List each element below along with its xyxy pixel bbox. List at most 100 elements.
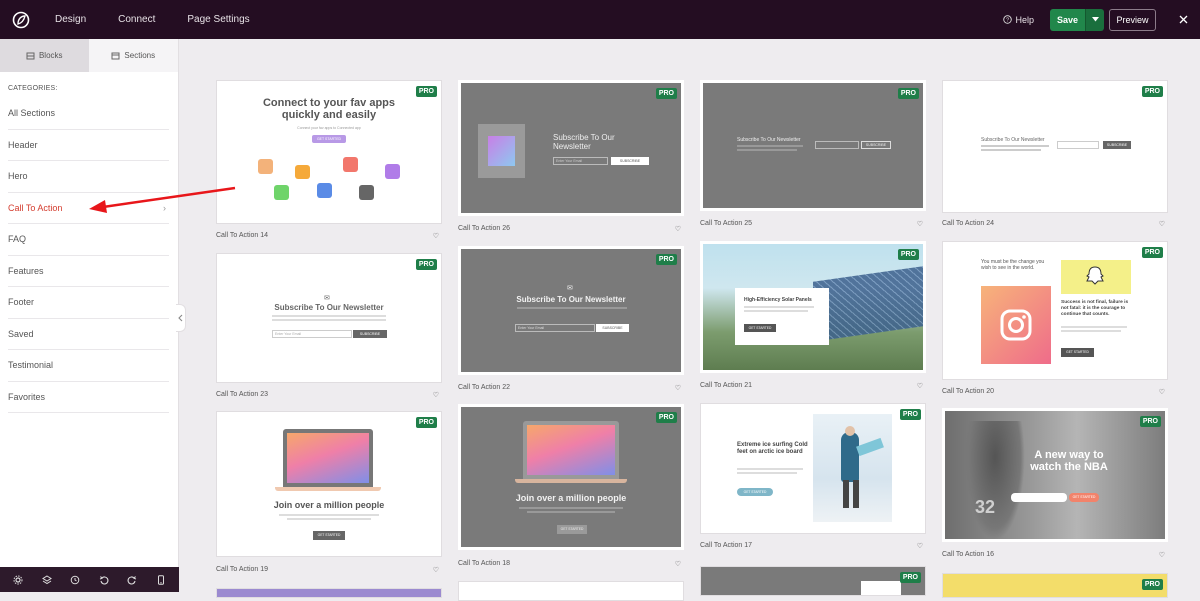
pro-badge: PRO — [655, 88, 677, 99]
heart-icon[interactable]: ♡ — [917, 220, 923, 228]
card-title: A new way to watch the NBA — [1030, 449, 1108, 473]
caption-label: Call To Action 26 — [458, 225, 511, 232]
section-card-cta-24[interactable]: PRO Subscribe To Our Newsletter SUBSCRIB… — [942, 80, 1168, 213]
heart-icon[interactable]: ♡ — [675, 225, 681, 233]
section-card-cta-22[interactable]: PRO ✉ Subscribe To Our Newsletter Enter … — [458, 246, 684, 375]
section-card-cta-23[interactable]: PRO ✉ Subscribe To Our Newsletter Enter … — [216, 253, 442, 383]
heart-icon[interactable]: ♡ — [917, 542, 923, 550]
heart-icon[interactable]: ♡ — [1159, 220, 1165, 228]
logo-icon[interactable] — [0, 0, 42, 39]
heart-icon[interactable]: ♡ — [1159, 388, 1165, 396]
caption-label: Call To Action 20 — [942, 388, 995, 395]
category-features[interactable]: Features — [8, 256, 169, 287]
card-image — [478, 124, 525, 178]
mobile-icon[interactable] — [156, 574, 166, 585]
help-link[interactable]: ? Help — [1003, 15, 1034, 25]
heart-icon[interactable]: ♡ — [675, 384, 681, 392]
category-faq[interactable]: FAQ — [8, 224, 169, 256]
section-card-partial[interactable] — [458, 581, 684, 601]
pro-badge: PRO — [1141, 86, 1163, 97]
caption-label: Call To Action 19 — [216, 566, 269, 573]
top-bar: Design Connect Page Settings ? Help Save… — [0, 0, 1200, 39]
category-list: All Sections Header Hero Call To Action ›… — [0, 98, 178, 413]
category-testimonial[interactable]: Testimonial — [8, 350, 169, 382]
card-input: Enter Your Email — [553, 157, 608, 165]
preview-button[interactable]: Preview — [1109, 8, 1156, 31]
tab-blocks[interactable]: Blocks — [0, 39, 89, 72]
section-card-cta-19[interactable]: PRO Join over a million people GET START… — [216, 411, 442, 557]
pro-badge: PRO — [897, 88, 919, 99]
undo-icon[interactable] — [99, 575, 109, 585]
section-card-cta-17[interactable]: PRO Extreme ice surfing Cold feet on arc… — [700, 403, 926, 534]
category-all-sections[interactable]: All Sections — [8, 98, 169, 130]
card-caption: Call To Action 18 ♡ — [458, 560, 684, 568]
heart-icon[interactable]: ♡ — [917, 382, 923, 390]
card-title: Subscribe To Our Newsletter — [981, 137, 1045, 143]
section-card-cta-18[interactable]: PRO Join over a million people GET START… — [458, 404, 684, 550]
top-nav: Design Connect Page Settings — [42, 14, 269, 25]
heart-icon[interactable]: ♡ — [1159, 551, 1165, 559]
category-label: Header — [8, 139, 38, 150]
card-title: High-Efficiency Solar Panels — [744, 297, 812, 303]
card-button: GET STARTED — [557, 525, 587, 534]
save-dropdown-button[interactable] — [1085, 8, 1104, 31]
card-button: SUBSCRIBE — [596, 324, 629, 332]
section-card-cta-21[interactable]: PRO High-Efficiency Solar Panels GET STA… — [700, 241, 926, 373]
category-saved[interactable]: Saved — [8, 319, 169, 350]
sidebar: Blocks Sections CATEGORIES: All Sections… — [0, 39, 179, 592]
card-button: GET STARTED — [1069, 493, 1099, 502]
arrow-annotation-icon — [89, 186, 236, 213]
category-label: Testimonial — [8, 360, 54, 371]
card-button: GET STARTED — [744, 324, 776, 332]
redo-icon[interactable] — [127, 575, 137, 585]
heart-icon[interactable]: ♡ — [433, 566, 439, 574]
gear-icon[interactable] — [13, 575, 23, 585]
tab-sections[interactable]: Sections — [88, 39, 178, 72]
card-caption: Call To Action 16 ♡ — [942, 551, 1168, 559]
section-card-cta-16[interactable]: PRO 32 A new way to watch the NBA GET ST… — [942, 408, 1168, 542]
close-button[interactable] — [1170, 15, 1196, 24]
card-input: Enter Your Email — [515, 324, 595, 332]
heart-icon[interactable]: ♡ — [675, 560, 681, 568]
card-caption: Call To Action 24 ♡ — [942, 220, 1168, 228]
card-caption: Call To Action 14 ♡ — [216, 232, 442, 240]
category-footer[interactable]: Footer — [8, 287, 169, 319]
category-label: Hero — [8, 171, 28, 182]
history-icon[interactable] — [70, 575, 80, 585]
pro-badge: PRO — [415, 417, 437, 428]
section-card-cta-14[interactable]: PRO Connect to your fav apps quickly and… — [216, 80, 442, 224]
section-card-partial[interactable]: PRO — [942, 573, 1168, 598]
caption-label: Call To Action 24 — [942, 220, 995, 227]
heart-icon[interactable]: ♡ — [433, 232, 439, 240]
category-favorites[interactable]: Favorites — [8, 382, 169, 413]
card-title: Extreme ice surfing Cold feet on arctic … — [737, 442, 808, 455]
nav-connect[interactable]: Connect — [118, 14, 155, 25]
sidebar-collapse-handle[interactable] — [176, 304, 186, 332]
section-card-cta-26[interactable]: PRO Subscribe To Our Newsletter Enter Yo… — [458, 80, 684, 216]
caption-label: Call To Action 25 — [700, 220, 753, 227]
solar-panel-image — [813, 266, 923, 342]
card-caption: Call To Action 17 ♡ — [700, 542, 926, 550]
heart-icon[interactable]: ♡ — [433, 391, 439, 399]
surfer-image — [813, 414, 892, 522]
card-caption: Call To Action 19 ♡ — [216, 566, 442, 574]
nav-design[interactable]: Design — [55, 14, 86, 25]
section-card-cta-20[interactable]: PRO You must be the change you wish to s… — [942, 241, 1168, 380]
laptop-image — [283, 429, 373, 487]
sections-icon — [111, 52, 120, 59]
section-card-partial[interactable] — [216, 588, 442, 598]
instagram-image — [981, 286, 1051, 364]
card-button: GET STARTED — [737, 488, 773, 496]
card-title: Subscribe To Our Newsletter — [553, 133, 615, 151]
nav-page-settings[interactable]: Page Settings — [187, 14, 249, 25]
category-label: Footer — [8, 297, 35, 308]
card-caption: Call To Action 26 ♡ — [458, 225, 684, 233]
sidebar-footer-toolbar — [0, 567, 179, 592]
card-button: SUBSCRIBE — [861, 141, 891, 149]
section-card-cta-25[interactable]: PRO Subscribe To Our Newsletter SUBSCRIB… — [700, 80, 926, 211]
sidebar-tabs: Blocks Sections — [0, 39, 178, 72]
category-header[interactable]: Header — [8, 130, 169, 161]
save-button[interactable]: Save — [1050, 8, 1085, 31]
layers-icon[interactable] — [41, 574, 52, 585]
card-overlay: High-Efficiency Solar Panels GET STARTED — [735, 288, 829, 345]
